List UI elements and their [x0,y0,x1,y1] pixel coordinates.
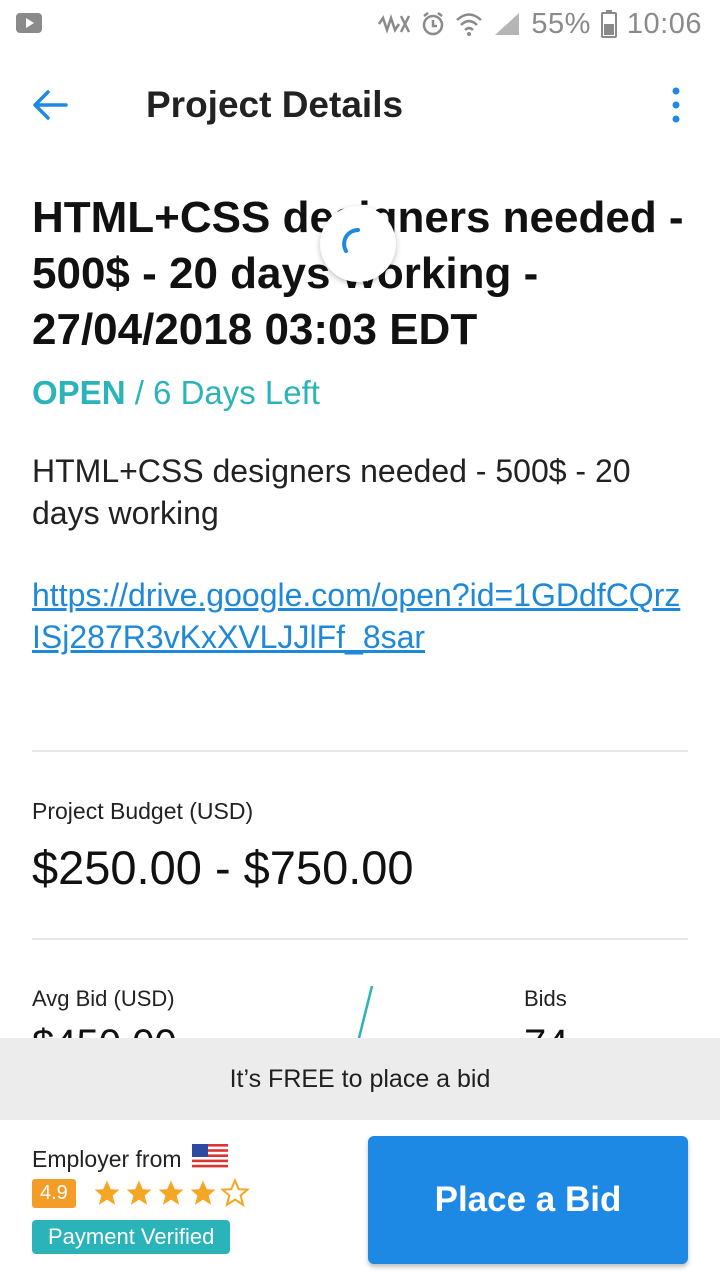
avg-bid-label: Avg Bid (USD) [32,986,175,1011]
status-open: OPEN [32,374,126,411]
battery-icon [600,10,617,38]
budget-label: Project Budget (USD) [32,798,254,824]
signal-icon [493,11,521,37]
employer-info: Employer from [32,1144,228,1174]
clock: 10:06 [626,7,702,40]
spinner-icon [342,228,360,253]
project-status-line: OPEN / 6 Days Left [32,374,688,412]
back-button[interactable] [22,80,78,130]
wifi-icon [455,11,483,37]
rating-badge: 4.9 [32,1178,76,1208]
alarm-icon [421,11,445,37]
status-separator: / [125,374,154,411]
star-full-icon [158,1180,184,1205]
star-full-icon [126,1180,152,1205]
more-vert-icon [672,87,680,123]
us-flag-icon [191,1144,228,1174]
free-bid-banner: It’s FREE to place a bid [0,1038,720,1120]
youtube-notification-icon [16,12,42,39]
page-title: Project Details [146,84,404,125]
divider [32,938,688,940]
loading-spinner [320,206,396,282]
mute-icon [377,11,411,37]
attachment-link[interactable]: https://drive.google.com/open?id=1GDdfCQ… [32,574,688,658]
time-left: 6 Days Left [153,374,320,411]
project-description: HTML+CSS designers needed - 500$ - 20 da… [32,453,631,531]
divider [32,750,688,752]
rating-stars [92,1178,250,1208]
bids-label: Bids [524,986,567,1011]
payment-verified-badge: Payment Verified [32,1220,231,1254]
employer-rating: 4.9 [32,1178,250,1208]
budget-value: $250.00 - $750.00 [32,841,414,894]
place-bid-button[interactable]: Place a Bid [368,1136,688,1264]
battery-percent: 55% [531,7,591,40]
bottom-bar: Employer from 4.9 Payment Verified Place… [0,1120,720,1280]
status-bar: 55% 10:06 [0,0,720,50]
employer-from-label: Employer from [32,1145,182,1172]
star-full-icon [94,1180,120,1205]
star-empty-icon [219,1178,250,1208]
app-toolbar: Project Details [0,50,720,160]
arrow-back-icon [33,90,68,120]
more-options-button[interactable] [658,80,694,130]
star-full-icon [190,1180,216,1205]
